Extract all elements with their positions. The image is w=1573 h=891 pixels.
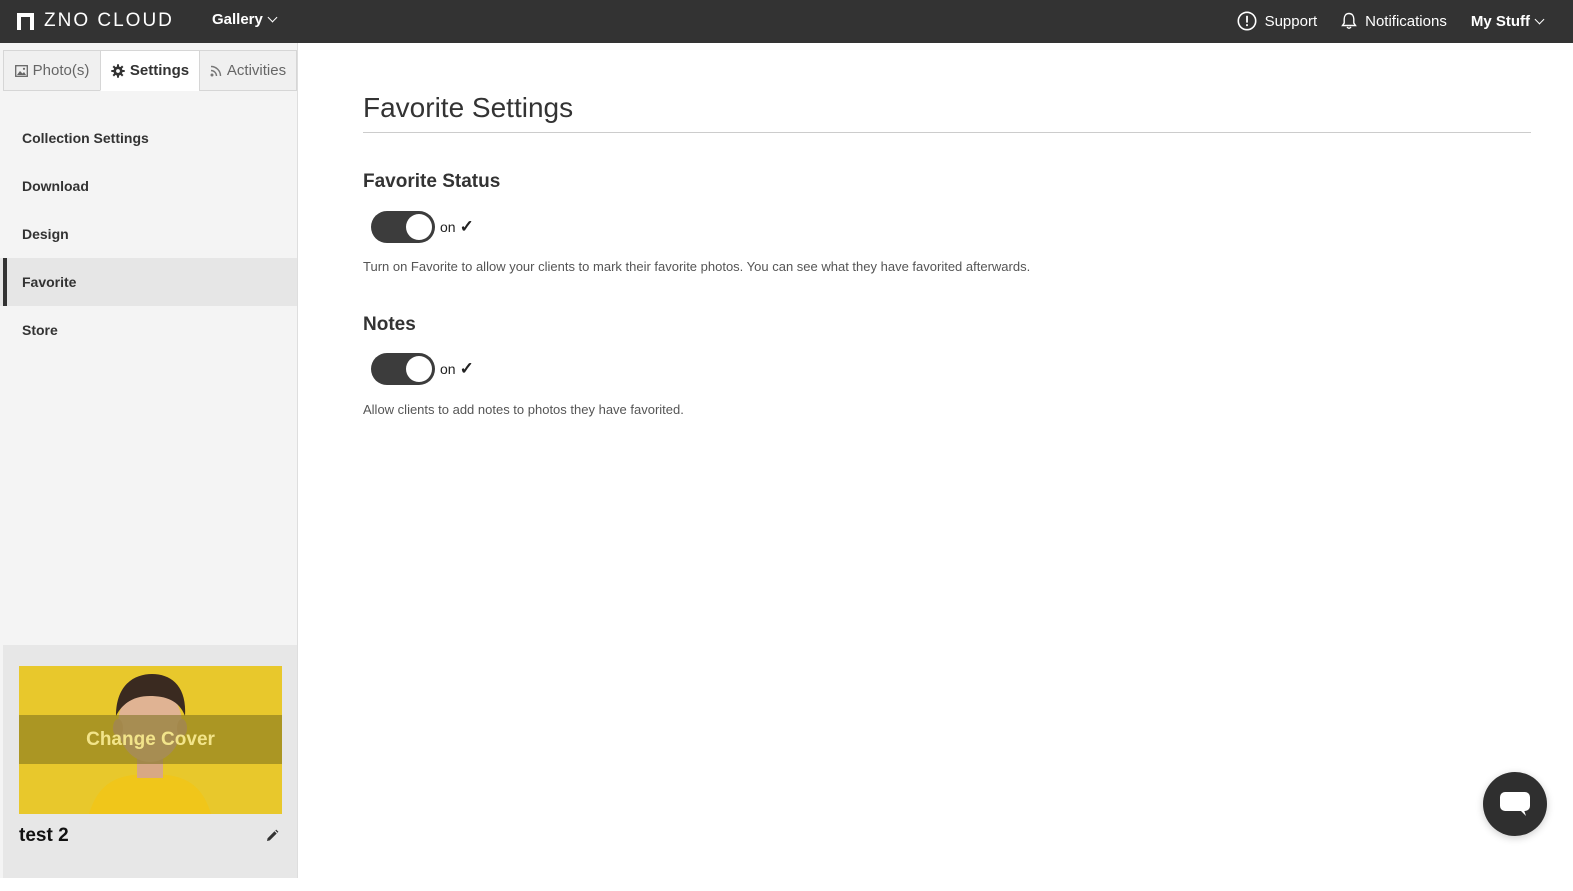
tab-photos-label: Photo(s)	[32, 62, 90, 79]
sidebar-item-label: Store	[22, 322, 58, 338]
toggle-state-label: on	[440, 361, 456, 377]
rss-icon	[210, 65, 222, 76]
sidebar-item-favorite[interactable]: Favorite	[0, 258, 297, 306]
title-divider	[363, 132, 1531, 133]
change-cover-label: Change Cover	[86, 728, 215, 750]
collection-cover-card: Change Cover test 2	[3, 645, 297, 878]
notes-heading: Notes	[363, 314, 416, 335]
page-title: Favorite Settings	[363, 92, 574, 123]
alert-circle-icon	[1237, 11, 1257, 31]
favorite-status-toggle[interactable]	[371, 211, 435, 243]
tab-activities-label: Activities	[226, 62, 287, 79]
favorite-status-heading: Favorite Status	[363, 171, 501, 192]
tab-settings[interactable]: Settings	[100, 50, 200, 91]
checkmark-icon: ✓	[459, 359, 474, 378]
notifications-label: Notifications	[1365, 12, 1447, 30]
support-link[interactable]: Support	[1237, 11, 1318, 31]
notes-toggle[interactable]	[371, 353, 435, 385]
toggle-knob	[406, 214, 432, 240]
logo-mark-icon	[17, 12, 34, 30]
sidebar-item-label: Design	[22, 226, 69, 242]
my-stuff-menu[interactable]: My Stuff	[1470, 12, 1545, 30]
toggle-knob	[406, 356, 432, 382]
notes-state: on ✓	[440, 359, 474, 379]
chat-bubble-icon	[1500, 792, 1530, 816]
favorite-status-description: Turn on Favorite to allow your clients t…	[363, 259, 1031, 274]
notes-description: Allow clients to add notes to photos the…	[363, 402, 684, 417]
favorite-status-toggle-row: on ✓	[371, 211, 474, 243]
sidebar-item-label: Collection Settings	[22, 130, 149, 146]
sidebar-item-store[interactable]: Store	[0, 306, 297, 354]
chat-button[interactable]	[1483, 772, 1547, 836]
tab-activities[interactable]: Activities	[199, 50, 297, 91]
support-label: Support	[1264, 12, 1318, 30]
brand-name: ZNO CLOUD	[44, 10, 174, 31]
tab-photos[interactable]: Photo(s)	[3, 50, 101, 91]
notes-toggle-row: on ✓	[371, 353, 474, 385]
gallery-menu-label: Gallery	[212, 11, 263, 28]
chevron-down-icon	[267, 12, 278, 23]
tab-settings-label: Settings	[129, 62, 190, 79]
checkmark-icon: ✓	[459, 217, 474, 236]
collection-name: test 2	[19, 825, 69, 846]
sidebar-item-label: Download	[22, 178, 89, 194]
cover-image[interactable]: Change Cover	[19, 666, 282, 814]
brand-logo[interactable]: ZNO CLOUD	[17, 10, 174, 32]
sidebar-item-label: Favorite	[22, 274, 77, 290]
pencil-icon[interactable]	[265, 829, 279, 843]
panel-tabs: Photo(s) Settings Activities	[0, 50, 298, 91]
bell-icon	[1341, 12, 1357, 29]
image-icon	[14, 64, 28, 77]
left-panel: Photo(s) Settings Activities Collection …	[0, 43, 298, 878]
gallery-menu[interactable]: Gallery	[212, 11, 278, 28]
sidebar-item-download[interactable]: Download	[0, 162, 297, 210]
gear-icon	[111, 63, 125, 78]
sidebar-item-design[interactable]: Design	[0, 210, 297, 258]
change-cover-overlay[interactable]: Change Cover	[19, 715, 282, 764]
favorite-status-state: on ✓	[440, 217, 474, 237]
top-right-actions: Support Notifications My Stuff	[1237, 9, 1573, 33]
settings-menu: Collection Settings Download Design Favo…	[0, 114, 297, 354]
toggle-state-label: on	[440, 219, 456, 235]
notifications-link[interactable]: Notifications	[1341, 12, 1447, 30]
my-stuff-label: My Stuff	[1470, 12, 1530, 30]
sidebar-item-collection-settings[interactable]: Collection Settings	[0, 114, 297, 162]
top-navigation-bar: ZNO CLOUD Gallery Support Notifications …	[0, 0, 1573, 43]
chevron-down-icon	[1534, 14, 1545, 24]
